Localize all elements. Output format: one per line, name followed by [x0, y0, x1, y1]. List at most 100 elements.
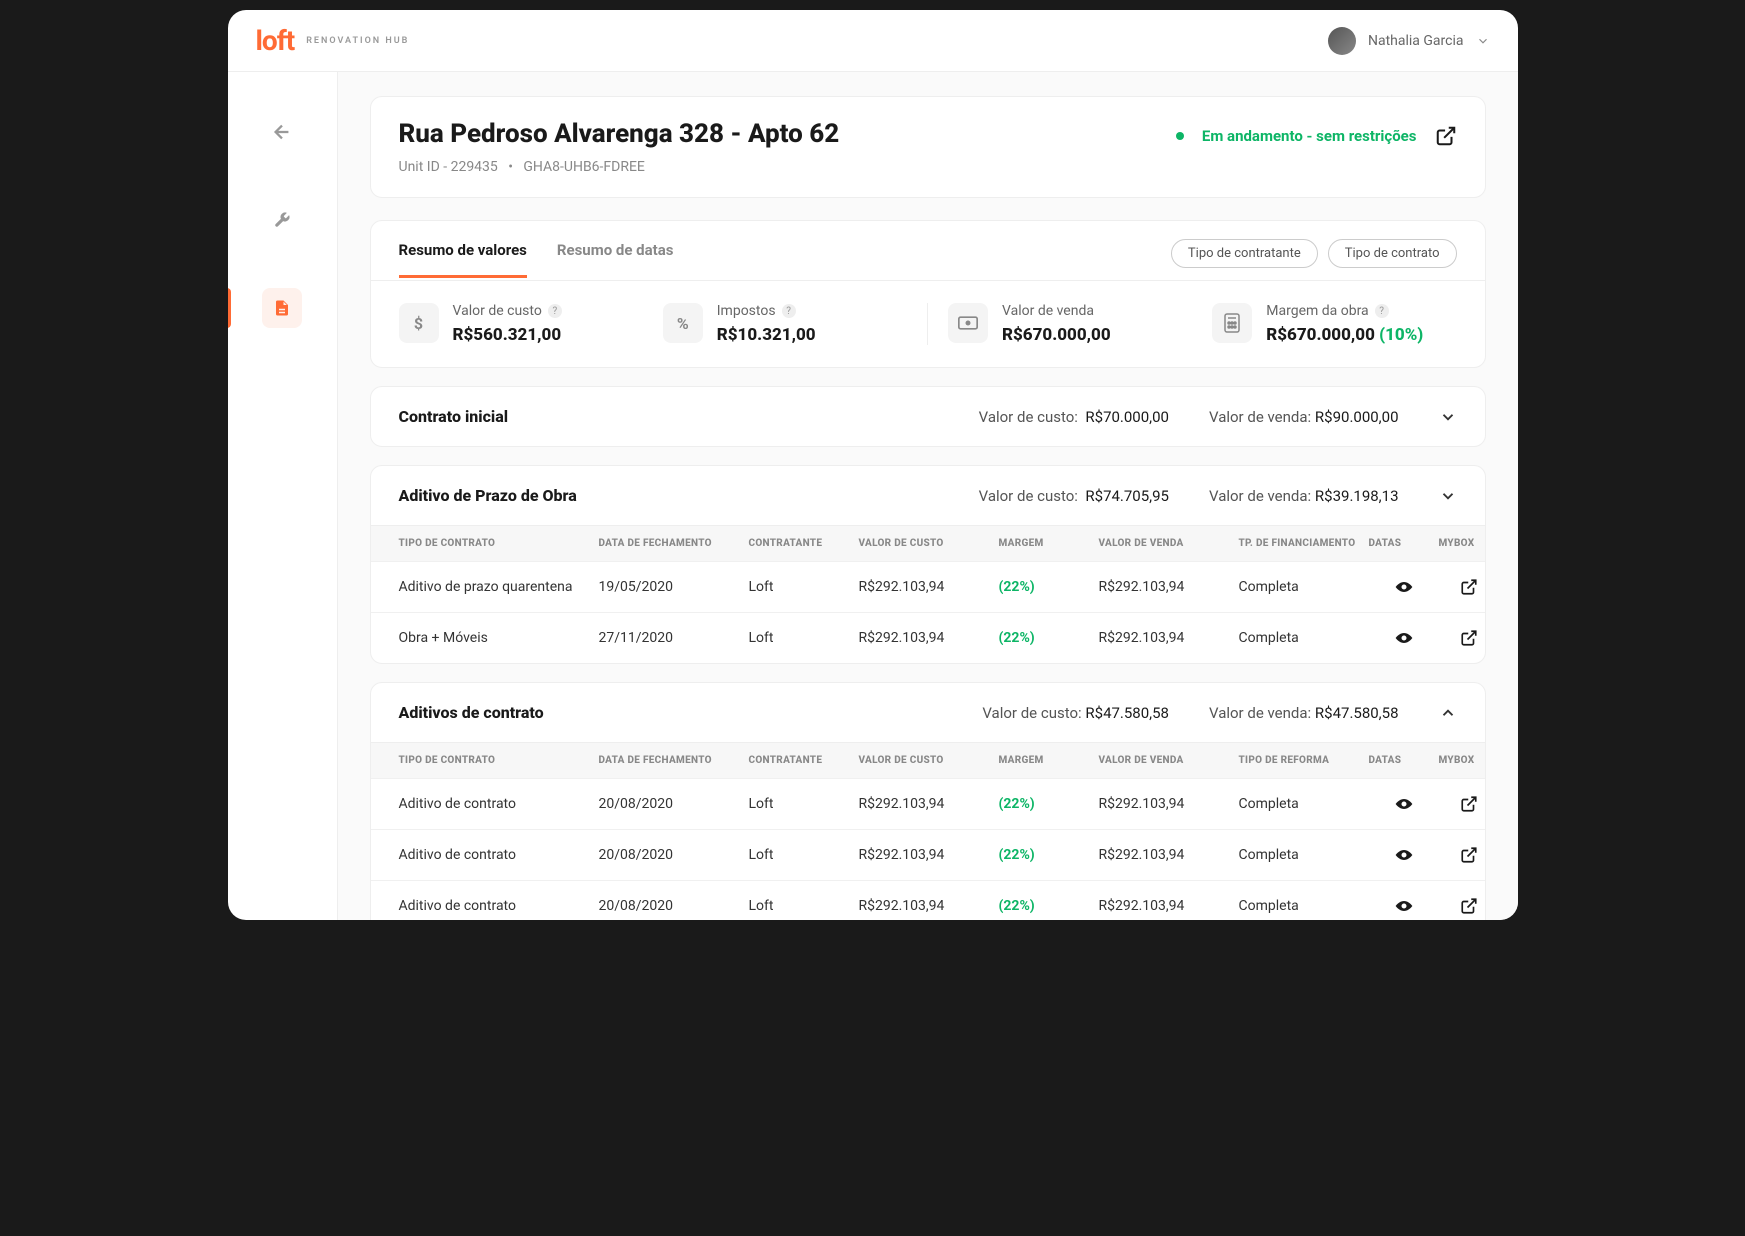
page-subtitle: Unit ID - 229435 • GHA8-UHB6-FDREE — [399, 159, 840, 175]
page-header-card: Rua Pedroso Alvarenga 328 - Apto 62 Unit… — [370, 96, 1486, 198]
cell-margem: (22%) — [999, 898, 1099, 914]
filter-pills: Tipo de contratante Tipo de contrato — [1171, 239, 1457, 280]
cell-tipo: Aditivo de contrato — [399, 847, 599, 863]
wrench-icon — [273, 211, 291, 229]
calculator-icon — [1212, 303, 1252, 343]
cell-contratante: Loft — [749, 796, 859, 812]
share-icon — [1435, 125, 1457, 147]
pill-tipo-contratante[interactable]: Tipo de contratante — [1171, 239, 1318, 268]
logo: loft — [256, 24, 295, 57]
back-button[interactable] — [262, 112, 302, 152]
cell-data: 20/08/2020 — [599, 898, 749, 914]
cell-contratante: Loft — [749, 630, 859, 646]
sidebar-item-tools[interactable] — [262, 200, 302, 240]
mybox-button[interactable] — [1439, 629, 1486, 647]
metric-venda: Valor de venda R$670.000,00 — [948, 303, 1192, 345]
eye-icon — [1394, 797, 1414, 811]
help-icon[interactable]: ? — [548, 304, 562, 318]
avatar — [1328, 27, 1356, 55]
cell-margem: (22%) — [999, 630, 1099, 646]
view-dates-button[interactable] — [1369, 631, 1439, 645]
app-frame: loft RENOVATION HUB Nathalia Garcia Rua — [228, 10, 1518, 920]
status-dot-icon — [1176, 132, 1184, 140]
topbar: loft RENOVATION HUB Nathalia Garcia — [228, 10, 1518, 72]
table-row: Aditivo de contrato 20/08/2020 Loft R$29… — [371, 880, 1485, 920]
divider — [927, 303, 928, 345]
share-icon — [1460, 897, 1478, 915]
cell-data: 20/08/2020 — [599, 847, 749, 863]
unit-code: GHA8-UHB6-FDREE — [523, 159, 645, 175]
view-dates-button[interactable] — [1369, 899, 1439, 913]
view-dates-button[interactable] — [1369, 580, 1439, 594]
table-header: TIPO DE CONTRATO DATA DE FECHAMENTO CONT… — [371, 525, 1485, 561]
table-row: Aditivo de prazo quarentena 19/05/2020 L… — [371, 561, 1485, 612]
cell-fin: Completa — [1239, 579, 1369, 595]
view-dates-button[interactable] — [1369, 797, 1439, 811]
cell-venda: R$292.103,94 — [1099, 898, 1239, 914]
percent-icon: % — [663, 303, 703, 343]
section-contrato-inicial: Contrato inicial Valor de custo: R$70.00… — [370, 386, 1486, 447]
share-button[interactable] — [1435, 125, 1457, 147]
table-row: Aditivo de contrato 20/08/2020 Loft R$29… — [371, 778, 1485, 829]
tab-datas[interactable]: Resumo de datas — [557, 241, 674, 278]
cell-fin: Completa — [1239, 847, 1369, 863]
logo-block: loft RENOVATION HUB — [256, 24, 410, 57]
dollar-icon: $ — [399, 303, 439, 343]
pill-tipo-contrato[interactable]: Tipo de contrato — [1328, 239, 1457, 268]
eye-icon — [1394, 848, 1414, 862]
tab-valores[interactable]: Resumo de valores — [399, 241, 527, 278]
table-row: Aditivo de contrato 20/08/2020 Loft R$29… — [371, 829, 1485, 880]
cell-fin: Completa — [1239, 630, 1369, 646]
mybox-button[interactable] — [1439, 846, 1486, 864]
user-name: Nathalia Garcia — [1368, 33, 1464, 49]
section-header[interactable]: Aditivo de Prazo de Obra Valor de custo:… — [371, 466, 1485, 525]
section-header[interactable]: Contrato inicial Valor de custo: R$70.00… — [371, 387, 1485, 446]
view-dates-button[interactable] — [1369, 848, 1439, 862]
cell-venda: R$292.103,94 — [1099, 579, 1239, 595]
cell-custo: R$292.103,94 — [859, 579, 999, 595]
sidebar-item-documents[interactable] — [262, 288, 302, 328]
tabs-row: Resumo de valores Resumo de datas Tipo d… — [371, 221, 1485, 281]
share-icon — [1460, 629, 1478, 647]
section-aditivos-contrato: Aditivos de contrato Valor de custo: R$4… — [370, 682, 1486, 920]
cell-custo: R$292.103,94 — [859, 847, 999, 863]
user-menu[interactable]: Nathalia Garcia — [1328, 27, 1490, 55]
body: Rua Pedroso Alvarenga 328 - Apto 62 Unit… — [228, 72, 1518, 920]
cell-tipo: Aditivo de contrato — [399, 898, 599, 914]
money-icon — [948, 303, 988, 343]
share-icon — [1460, 795, 1478, 813]
header-right: Em andamento - sem restrições — [1176, 125, 1457, 147]
cell-margem: (22%) — [999, 847, 1099, 863]
cell-fin: Completa — [1239, 898, 1369, 914]
mybox-button[interactable] — [1439, 578, 1486, 596]
metric-margem: Margem da obra? R$670.000,00 (10%) — [1212, 303, 1456, 345]
section-header[interactable]: Aditivos de contrato Valor de custo: R$4… — [371, 683, 1485, 742]
help-icon[interactable]: ? — [1375, 304, 1389, 318]
help-icon[interactable]: ? — [782, 304, 796, 318]
table-row: Obra + Móveis 27/11/2020 Loft R$292.103,… — [371, 612, 1485, 663]
chevron-up-icon — [1439, 704, 1457, 722]
section-aditivo-prazo: Aditivo de Prazo de Obra Valor de custo:… — [370, 465, 1486, 664]
unit-id: Unit ID - 229435 — [399, 159, 498, 175]
cell-margem: (22%) — [999, 579, 1099, 595]
eye-icon — [1394, 899, 1414, 913]
status-text: Em andamento - sem restrições — [1202, 127, 1417, 145]
metric-impostos: % Impostos? R$10.321,00 — [663, 303, 907, 345]
share-icon — [1460, 846, 1478, 864]
sidebar — [228, 72, 338, 920]
cell-custo: R$292.103,94 — [859, 898, 999, 914]
mybox-button[interactable] — [1439, 795, 1486, 813]
header-left: Rua Pedroso Alvarenga 328 - Apto 62 Unit… — [399, 119, 840, 175]
chevron-down-icon — [1476, 34, 1490, 48]
arrow-left-icon — [271, 121, 293, 143]
eye-icon — [1394, 631, 1414, 645]
cell-contratante: Loft — [749, 847, 859, 863]
cell-data: 19/05/2020 — [599, 579, 749, 595]
page-title: Rua Pedroso Alvarenga 328 - Apto 62 — [399, 119, 840, 149]
mybox-button[interactable] — [1439, 897, 1486, 915]
cell-contratante: Loft — [749, 579, 859, 595]
tabs: Resumo de valores Resumo de datas — [399, 241, 674, 278]
cell-venda: R$292.103,94 — [1099, 796, 1239, 812]
cell-tipo: Aditivo de contrato — [399, 796, 599, 812]
share-icon — [1460, 578, 1478, 596]
